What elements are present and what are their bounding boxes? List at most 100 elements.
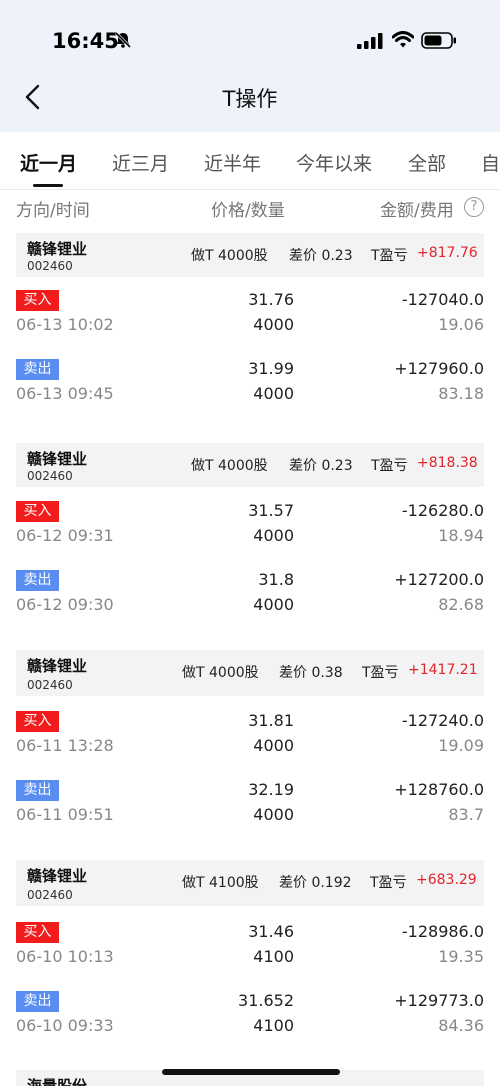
trade-amount: +128760.0 [394,780,484,799]
trade-row[interactable]: 卖出 06-12 09:30 31.8 4000 +127200.0 82.68 [0,570,500,626]
price-difference: 差价 0.23 [289,458,353,474]
stock-name: 赣锋锂业 [27,240,88,258]
trade-quantity: 4000 [253,736,294,755]
stock-code: 002460 [27,469,73,483]
t-profit-label: T盈亏 [362,665,399,681]
tab-year-to-date[interactable]: 今年以来 [296,149,372,176]
group-header[interactable]: 赣锋锂业 002460 做T 4000股 差价 0.23 T盈亏 +817.76 [16,233,484,277]
t-profit-value: +818.38 [417,455,478,471]
trade-time: 06-13 09:45 [16,384,114,403]
trade-quantity: 4000 [253,315,294,334]
trade-price: 31.57 [248,501,294,520]
tab-all[interactable]: 全部 [408,149,446,176]
price-difference: 差价 0.192 [279,875,352,891]
stock-name: 赣锋锂业 [27,657,88,675]
t-profit-value: +817.76 [417,245,478,261]
trade-time: 06-11 13:28 [16,736,114,755]
stock-code: 002460 [27,259,73,273]
trade-amount: +127200.0 [394,570,484,589]
stock-name: 赣锋锂业 [27,867,88,885]
status-time: 16:45 [52,29,119,53]
trade-row[interactable]: 卖出 06-10 09:33 31.652 4100 +129773.0 84.… [0,991,500,1047]
tab-custom[interactable]: 自 [481,149,500,176]
battery-icon [421,32,456,49]
trade-amount: -128986.0 [401,922,484,941]
group-header[interactable]: 赣锋锂业 002460 做T 4000股 差价 0.38 T盈亏 +1417.2… [16,650,484,696]
trade-time: 06-11 09:51 [16,805,114,824]
stock-code: 002460 [27,888,73,902]
trade-quantity: 4000 [253,384,294,403]
trade-time: 06-12 09:30 [16,595,114,614]
buy-badge: 买入 [16,922,59,943]
active-tab-indicator [33,184,63,187]
trade-row[interactable]: 卖出 06-13 09:45 31.99 4000 +127960.0 83.1… [0,359,500,415]
trade-quantity: 4000 [253,805,294,824]
trade-time: 06-10 10:13 [16,947,114,966]
group-header[interactable]: 赣锋锂业 002460 做T 4000股 差价 0.23 T盈亏 +818.38 [16,443,484,487]
sell-badge: 卖出 [16,991,59,1012]
trade-fee: 19.35 [438,947,484,966]
tab-half-year[interactable]: 近半年 [204,149,261,176]
tab-1-month[interactable]: 近一月 [20,149,77,176]
home-indicator[interactable] [162,1069,340,1075]
price-difference: 差价 0.38 [279,665,343,681]
t-profit-label: T盈亏 [370,875,407,891]
trade-fee: 84.36 [438,1016,484,1035]
trade-price: 31.76 [248,290,294,309]
trade-time: 06-13 10:02 [16,315,114,334]
trade-price: 32.19 [248,780,294,799]
stock-name: 赣锋锂业 [27,450,88,468]
period-tabs: 近一月 近三月 近半年 今年以来 全部 自 [0,132,500,190]
trade-fee: 82.68 [438,595,484,614]
column-header-price-qty: 价格/数量 [211,201,285,221]
stock-name: 海量股份 [27,1077,88,1086]
trade-fee: 83.18 [438,384,484,403]
stock-code: 002460 [27,678,73,692]
trade-amount: -127240.0 [401,711,484,730]
page-title: T操作 [222,87,278,111]
wifi-icon [392,31,414,48]
trade-amount: +129773.0 [394,991,484,1010]
column-header-amount-fee: 金额/费用 [380,201,454,221]
trade-quantity: 4100 [253,947,294,966]
sell-badge: 卖出 [16,359,59,380]
t-quantity: 做T 4100股 [182,875,259,891]
sell-badge: 卖出 [16,570,59,591]
trade-amount: -127040.0 [401,290,484,309]
trade-amount: +127960.0 [394,359,484,378]
t-quantity: 做T 4000股 [182,665,259,681]
trade-fee: 19.09 [438,736,484,755]
trade-price: 31.8 [258,570,294,589]
t-quantity: 做T 4000股 [191,248,268,264]
trade-amount: -126280.0 [401,501,484,520]
trade-quantity: 4000 [253,526,294,545]
trade-price: 31.46 [248,922,294,941]
trade-fee: 19.06 [438,315,484,334]
nav-bar: T操作 [0,80,500,132]
sell-badge: 卖出 [16,780,59,801]
trade-row[interactable]: 买入 06-13 10:02 31.76 4000 -127040.0 19.0… [0,290,500,346]
trade-row[interactable]: 卖出 06-11 09:51 32.19 4000 +128760.0 83.7 [0,780,500,836]
buy-badge: 买入 [16,501,59,522]
tab-3-months[interactable]: 近三月 [112,149,169,176]
signal-icon [357,33,383,49]
help-icon[interactable]: ? [464,197,484,217]
t-profit-label: T盈亏 [371,248,408,264]
trade-fee: 83.7 [448,805,484,824]
trade-row[interactable]: 买入 06-12 09:31 31.57 4000 -126280.0 18.9… [0,501,500,557]
t-profit-value: +683.29 [416,872,477,888]
trade-row[interactable]: 买入 06-11 13:28 31.81 4000 -127240.0 19.0… [0,711,500,767]
trade-price: 31.81 [248,711,294,730]
t-quantity: 做T 4000股 [191,458,268,474]
trade-fee: 18.94 [438,526,484,545]
t-profit-value: +1417.21 [408,662,478,678]
group-header[interactable]: 赣锋锂业 002460 做T 4100股 差价 0.192 T盈亏 +683.2… [16,860,484,906]
bell-muted-icon [114,31,132,49]
t-profit-label: T盈亏 [371,458,408,474]
trade-price: 31.99 [248,359,294,378]
back-button[interactable] [18,82,50,114]
trade-price: 31.652 [238,991,294,1010]
column-header-direction-time: 方向/时间 [16,201,90,221]
buy-badge: 买入 [16,290,59,311]
trade-row[interactable]: 买入 06-10 10:13 31.46 4100 -128986.0 19.3… [0,922,500,978]
